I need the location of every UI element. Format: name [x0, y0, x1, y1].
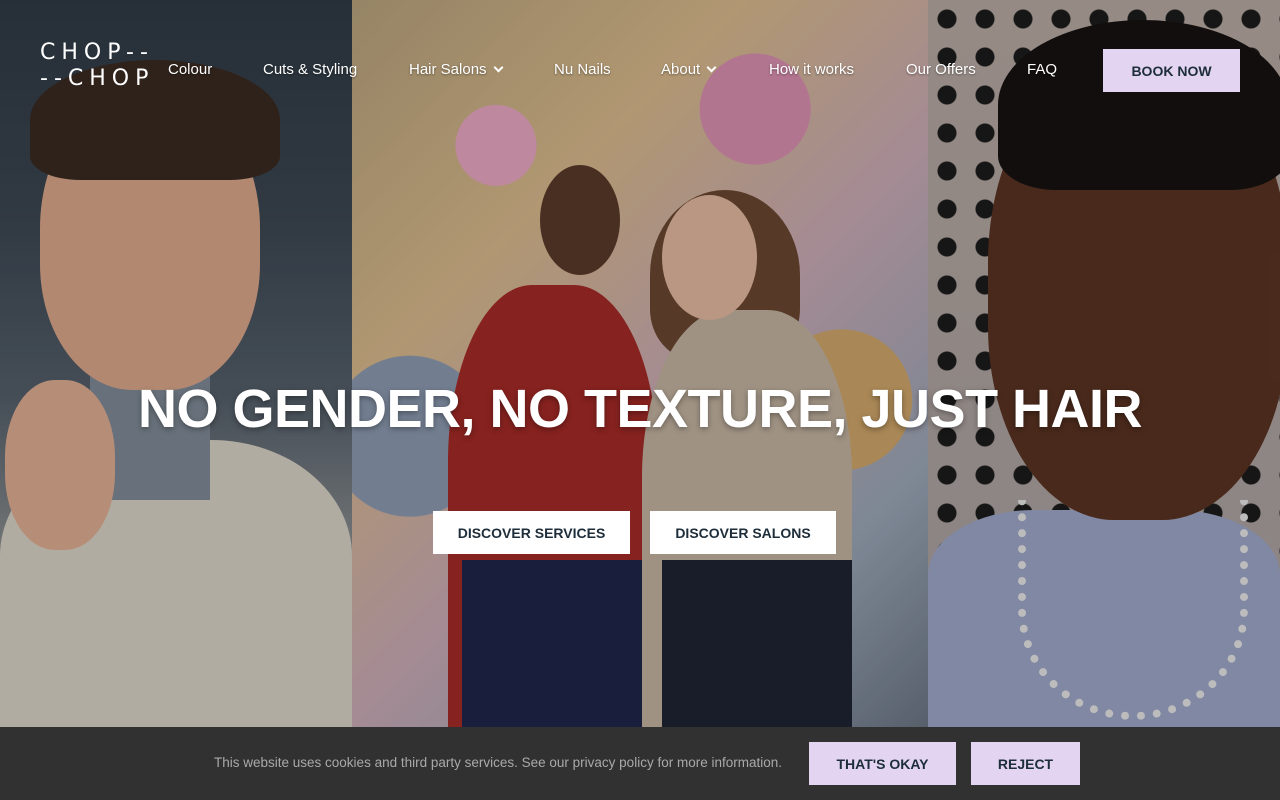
nav-item-label: Our Offers — [906, 61, 976, 78]
chevron-down-icon — [493, 62, 503, 73]
site-logo[interactable]: CHOP-- --CHOP — [40, 40, 165, 94]
nav-item-label: Hair Salons — [409, 61, 487, 78]
nav-item-our-offers[interactable]: Our Offers — [906, 61, 976, 78]
nav-item-colour[interactable]: Colour — [168, 61, 212, 78]
nav-item-cuts-styling[interactable]: Cuts & Styling — [263, 61, 357, 78]
discover-services-button[interactable]: DISCOVER SERVICES — [433, 511, 630, 554]
nav-item-about[interactable]: About — [661, 61, 717, 78]
accept-cookies-button[interactable]: THAT'S OKAY — [809, 742, 956, 785]
logo-line-2: --CHOP — [40, 66, 155, 91]
logo-line-1: CHOP-- — [40, 40, 154, 65]
nav-item-faq[interactable]: FAQ — [1027, 61, 1057, 78]
nav-item-label: Colour — [168, 61, 213, 78]
nav-item-label: FAQ — [1027, 61, 1058, 78]
cookie-message: This website uses cookies and third part… — [214, 755, 782, 770]
chevron-down-icon — [706, 62, 717, 73]
reject-cookies-button[interactable]: REJECT — [971, 742, 1080, 785]
nav-item-label: Cuts & Styling — [263, 61, 358, 78]
nav-item-hair-salons[interactable]: Hair Salons — [409, 61, 503, 78]
discover-salons-button[interactable]: DISCOVER SALONS — [650, 511, 836, 554]
nav-item-label: Nu Nails — [554, 61, 611, 78]
hero-overlay — [0, 0, 1280, 727]
hero-headline: NO GENDER, NO TEXTURE, JUST HAIR — [137, 379, 1143, 439]
cookie-banner: This website uses cookies and third part… — [0, 727, 1280, 800]
nav-item-label: How it works — [769, 61, 855, 78]
hero-section — [0, 0, 1280, 727]
nav-item-label: About — [661, 61, 701, 78]
book-now-button[interactable]: BOOK NOW — [1103, 49, 1240, 92]
nav-item-how-it-works[interactable]: How it works — [769, 61, 854, 78]
nav-item-nu-nails[interactable]: Nu Nails — [554, 61, 611, 78]
